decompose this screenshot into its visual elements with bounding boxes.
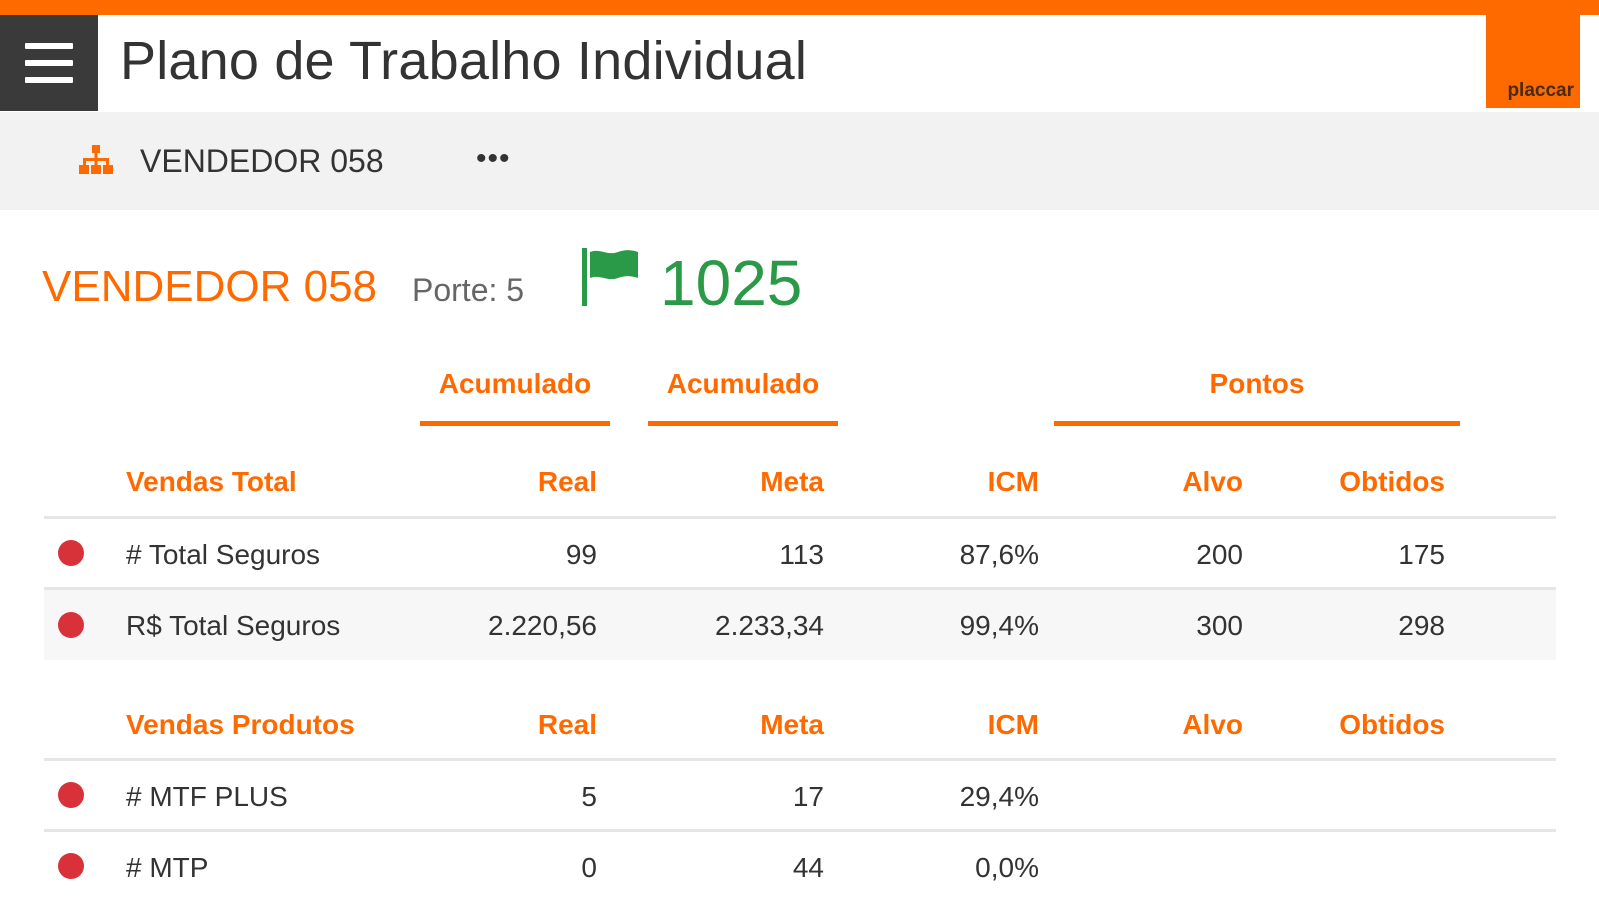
group-pontos: Pontos bbox=[1209, 368, 1305, 399]
row-icm: 87,6% bbox=[959, 539, 1039, 570]
status-dot bbox=[58, 540, 84, 566]
group-underline bbox=[648, 421, 838, 426]
row-obtidos: 298 bbox=[1398, 610, 1445, 641]
more-options-button[interactable]: ••• bbox=[476, 144, 511, 174]
selected-unit-name[interactable]: VENDEDOR 058 bbox=[140, 143, 384, 180]
row-meta: 17 bbox=[792, 781, 824, 812]
row-icm: 0,0% bbox=[975, 852, 1039, 883]
col-header-real[interactable]: Real bbox=[538, 709, 597, 741]
row-meta: 113 bbox=[779, 539, 824, 570]
menu-button[interactable] bbox=[0, 15, 98, 111]
row-icm: 29,4% bbox=[959, 781, 1039, 812]
row-alvo: 300 bbox=[1196, 610, 1243, 641]
col-header-obtidos[interactable]: Obtidos bbox=[1339, 709, 1445, 741]
col-header-icm[interactable]: ICM bbox=[988, 709, 1039, 741]
section-title-vendas-produtos: Vendas Produtos bbox=[126, 709, 355, 740]
row-meta: 2.233,34 bbox=[715, 610, 824, 641]
row-name: R$ Total Seguros bbox=[126, 610, 341, 641]
logo-text: placcar bbox=[1507, 80, 1574, 101]
group-acumulado-meta: Acumulado bbox=[666, 368, 820, 399]
seller-size: Porte: 5 bbox=[412, 272, 525, 308]
col-header-alvo[interactable]: Alvo bbox=[1182, 466, 1243, 498]
col-header-real[interactable]: Real bbox=[538, 466, 597, 498]
seller-name: VENDEDOR 058 bbox=[42, 262, 378, 311]
page-title: Plano de Trabalho Individual bbox=[120, 31, 808, 91]
col-header-meta[interactable]: Meta bbox=[760, 466, 824, 498]
row-real: 99 bbox=[565, 539, 597, 570]
row-real: 0 bbox=[581, 852, 597, 883]
row-real: 5 bbox=[581, 781, 597, 812]
org-chart-icon[interactable] bbox=[78, 144, 114, 176]
group-underline bbox=[1054, 421, 1460, 426]
col-header-meta[interactable]: Meta bbox=[760, 709, 824, 741]
section-title-vendas-total: Vendas Total bbox=[126, 466, 297, 497]
flag-icon bbox=[582, 248, 638, 306]
status-dot bbox=[58, 612, 84, 638]
col-header-obtidos[interactable]: Obtidos bbox=[1339, 466, 1445, 498]
row-obtidos: 175 bbox=[1398, 539, 1445, 570]
row-meta: 44 bbox=[792, 852, 824, 883]
row-alvo: 200 bbox=[1196, 539, 1243, 570]
col-header-alvo[interactable]: Alvo bbox=[1182, 709, 1243, 741]
status-dot bbox=[58, 782, 84, 808]
row-name: # Total Seguros bbox=[126, 539, 321, 570]
score-value: 1025 bbox=[660, 247, 803, 319]
row-name: # MTF PLUS bbox=[126, 781, 288, 812]
top-accent-bar bbox=[0, 0, 1599, 15]
status-dot bbox=[58, 853, 84, 879]
brand-logo[interactable]: placcar bbox=[1486, 15, 1580, 108]
row-real: 2.220,56 bbox=[488, 610, 597, 641]
hamburger-icon bbox=[25, 43, 73, 83]
group-acumulado-real: Acumulado bbox=[438, 368, 592, 399]
row-icm: 99,4% bbox=[959, 610, 1039, 641]
group-underline bbox=[420, 421, 610, 426]
row-name: # MTP bbox=[126, 852, 209, 883]
col-header-icm[interactable]: ICM bbox=[988, 466, 1039, 498]
